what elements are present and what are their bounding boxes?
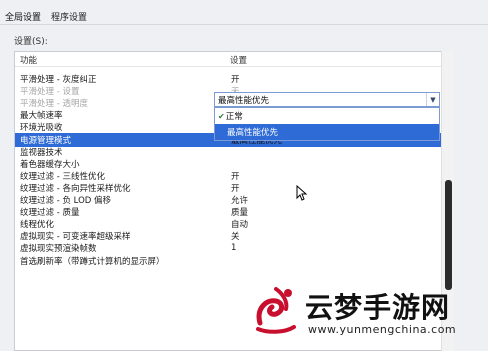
dropdown-option-normal[interactable]: ✔ 正常: [215, 108, 439, 124]
dropdown-option-label: 正常: [225, 112, 243, 122]
watermark-title: 云梦手游网: [305, 291, 451, 324]
row-feature: 首选刷新率（带蹲式计算机的显示屏）: [20, 256, 165, 267]
mouse-cursor-icon: [296, 185, 308, 201]
dropdown-option-max-performance[interactable]: 最高性能优先: [215, 124, 439, 140]
tab-divider: [0, 24, 488, 25]
power-mode-select-value: 最高性能优先: [218, 95, 270, 106]
table-row[interactable]: 首选刷新率（带蹲式计算机的显示屏）: [15, 254, 447, 268]
column-header-feature: 功能: [20, 56, 38, 66]
watermark-url: www.yunmengchina.com: [308, 323, 457, 336]
column-header-value: 设置: [230, 56, 248, 66]
power-mode-select[interactable]: 最高性能优先 ▼: [214, 92, 440, 107]
yunmeng-logo-icon: [256, 287, 296, 334]
dropdown-option-label: 最高性能优先: [227, 128, 279, 138]
table-header: 功能 设置: [15, 52, 453, 67]
chevron-down-icon[interactable]: ▼: [426, 93, 439, 106]
power-mode-dropdown: ✔ 正常 最高性能优先: [214, 107, 440, 141]
scrollbar-thumb[interactable]: [445, 180, 452, 290]
settings-label: 设置(S):: [14, 37, 48, 47]
row-value: 1: [231, 243, 237, 254]
checkmark-icon: ✔: [218, 111, 225, 121]
